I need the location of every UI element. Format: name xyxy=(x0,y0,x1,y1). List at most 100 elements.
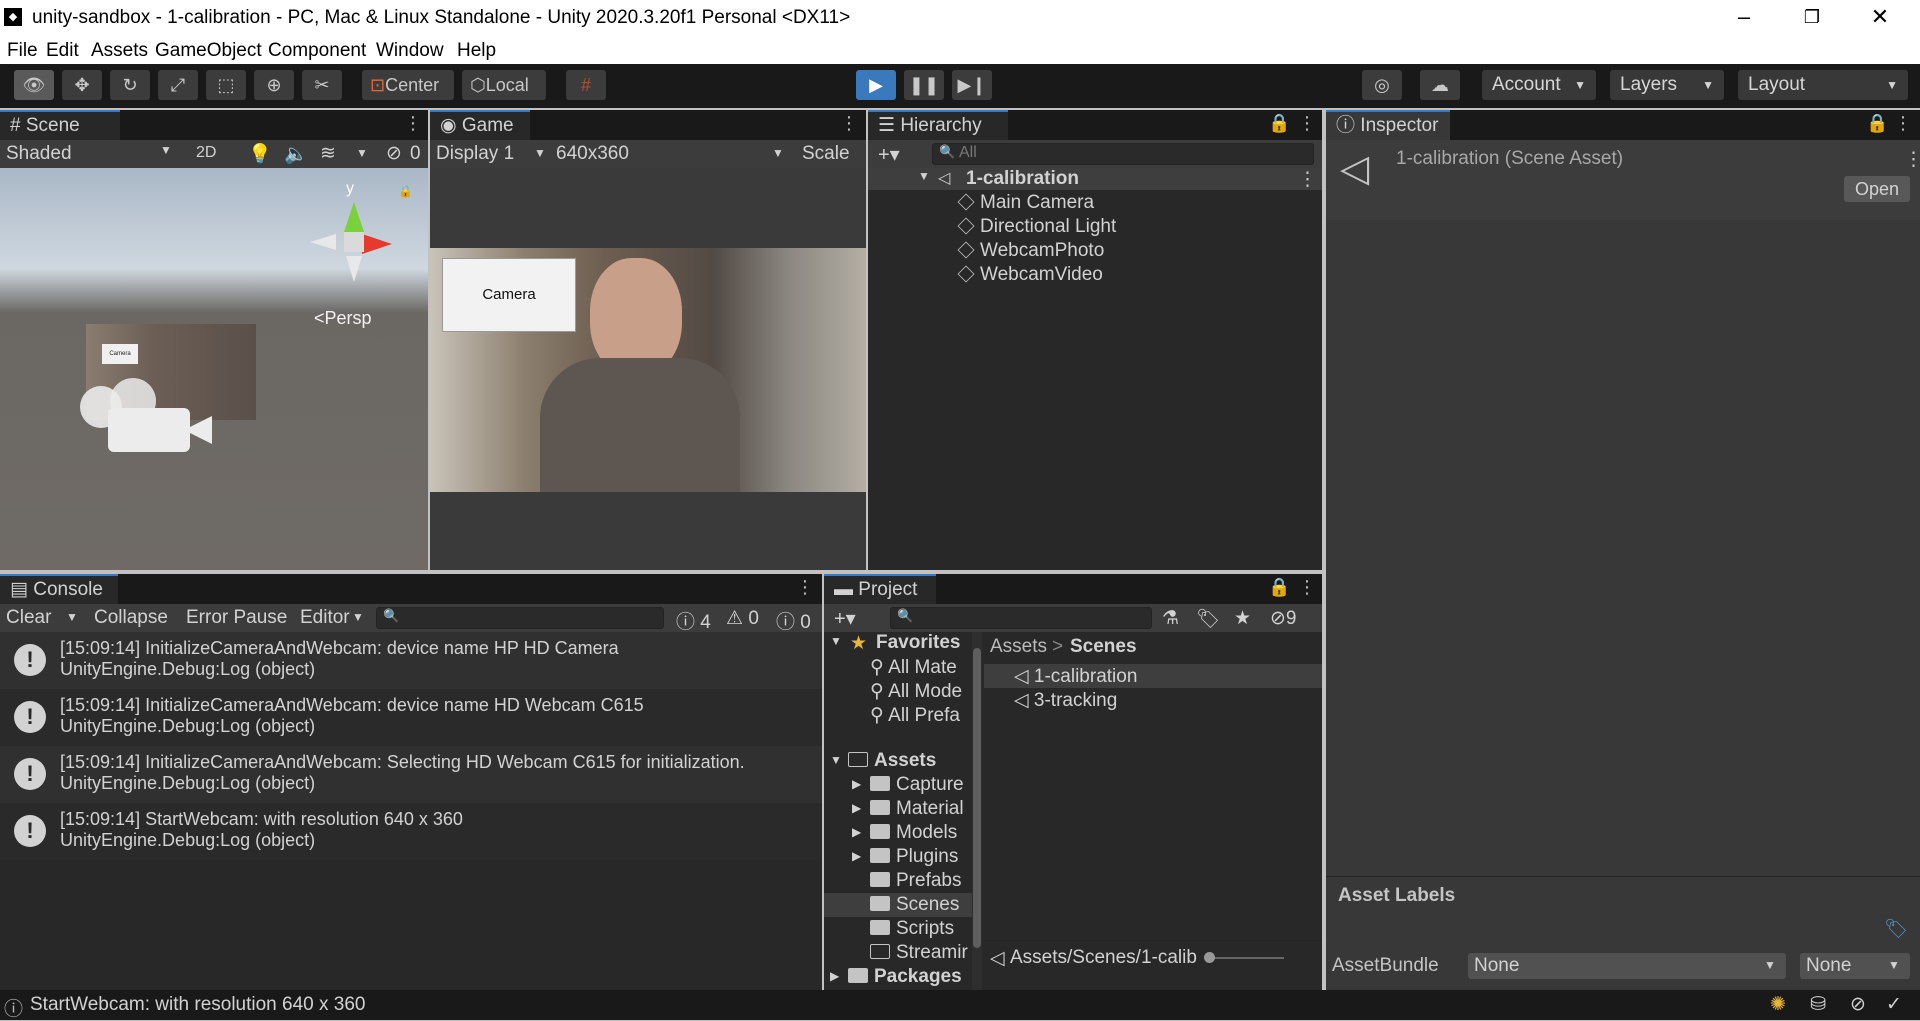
expand-arrow-icon[interactable]: ▶ xyxy=(852,849,861,863)
hidden-objects-icon[interactable]: ⊘ xyxy=(386,142,402,165)
create-asset-button[interactable]: +▾ xyxy=(834,606,856,631)
icon-size-slider-handle[interactable] xyxy=(1204,952,1215,963)
error-pause-toggle[interactable]: Error Pause xyxy=(186,607,287,629)
pivot-local-toggle[interactable]: ⬡Local xyxy=(462,70,546,100)
console-search-input[interactable]: 🔍 xyxy=(376,607,664,629)
scale-tool-icon[interactable]: ⤢ xyxy=(158,70,198,100)
chevron-down-icon[interactable]: ▼ xyxy=(66,610,78,624)
list-item[interactable]: ⚲ All Prefa xyxy=(870,704,960,727)
error-count-toggle[interactable]: ⓘ 0 xyxy=(776,607,811,634)
list-item[interactable]: Capture xyxy=(870,774,964,796)
check-icon[interactable]: ✓ xyxy=(1886,993,1902,1016)
tab-console[interactable]: ▤ Console xyxy=(0,574,118,604)
project-search-input[interactable]: 🔍 xyxy=(890,607,1152,629)
grid-snap-icon[interactable]: # xyxy=(566,70,606,100)
list-item[interactable]: ◁ 1-calibration xyxy=(1014,665,1137,688)
search-by-type-icon[interactable]: ⚗ xyxy=(1162,607,1179,630)
folder-tree-scrollbar[interactable] xyxy=(972,632,982,990)
menu-assets[interactable]: Assets xyxy=(91,40,148,62)
packages-root[interactable]: Packages xyxy=(848,966,962,988)
asset-bundle-dropdown[interactable]: None ▼ xyxy=(1468,953,1786,979)
pivot-center-toggle[interactable]: ⊡Center xyxy=(362,70,454,100)
scale-slider-label[interactable]: Scale xyxy=(802,143,850,165)
list-item[interactable]: Scenes xyxy=(870,894,959,916)
progress-sun-icon[interactable]: ✺ xyxy=(1770,993,1786,1016)
expand-arrow-icon[interactable]: ▶ xyxy=(830,969,839,983)
tab-hierarchy[interactable]: ☰ Hierarchy xyxy=(868,110,1008,140)
menu-help[interactable]: Help xyxy=(457,40,496,62)
clear-button[interactable]: Clear xyxy=(6,607,51,629)
list-item[interactable]: ⚲ All Mate xyxy=(870,656,957,679)
game-viewport[interactable]: Camera xyxy=(430,168,866,570)
tab-scene[interactable]: # Scene xyxy=(0,110,120,140)
persp-label[interactable]: <Persp xyxy=(314,308,372,329)
lock-icon[interactable]: 🔒 xyxy=(1866,113,1888,134)
menu-component[interactable]: Component xyxy=(268,40,366,62)
assets-root[interactable]: Assets xyxy=(848,750,936,772)
warning-count-toggle[interactable]: ⚠ 0 xyxy=(726,607,759,630)
display-dropdown[interactable]: Display 1 xyxy=(436,143,514,165)
collab-icon[interactable]: ◎ xyxy=(1362,70,1402,100)
lock-icon[interactable]: 🔒 xyxy=(1268,113,1290,134)
minimize-button[interactable]: – xyxy=(1710,0,1778,36)
rotate-tool-icon[interactable]: ↻ xyxy=(110,70,150,100)
audio-icon[interactable]: 🔈 xyxy=(284,142,308,166)
resolution-dropdown[interactable]: 640x360 xyxy=(556,143,629,165)
menu-edit[interactable]: Edit xyxy=(46,40,79,62)
list-item[interactable]: Models xyxy=(870,822,957,844)
list-item[interactable]: Plugins xyxy=(870,846,958,868)
chevron-down-icon[interactable]: ▼ xyxy=(356,146,368,160)
lock-icon[interactable]: 🔒 xyxy=(398,184,413,198)
layers-dropdown[interactable]: Layers ▼ xyxy=(1610,70,1724,100)
expand-arrow-icon[interactable]: ▼ xyxy=(830,634,842,648)
cloud-icon[interactable]: ☁ xyxy=(1420,70,1460,100)
list-item[interactable]: WebcamVideo xyxy=(957,264,1103,286)
list-item[interactable]: ! [15:09:14] InitializeCameraAndWebcam: d… xyxy=(0,689,822,746)
list-item[interactable]: Main Camera xyxy=(957,192,1094,214)
cache-server-icon[interactable]: ⛁ xyxy=(1810,993,1826,1016)
scene-row[interactable]: ▼ ◁ 1-calibration ⋮ xyxy=(868,168,1322,190)
more-options-icon[interactable]: ⋮ xyxy=(796,577,814,598)
list-item[interactable]: ◁ 3-tracking xyxy=(1014,689,1117,712)
layout-dropdown[interactable]: Layout ▼ xyxy=(1738,70,1908,100)
debug-mode-icon[interactable]: ⊘ xyxy=(1850,993,1866,1016)
step-button[interactable]: ▶❙ xyxy=(952,70,992,100)
breadcrumb-assets[interactable]: Assets xyxy=(990,636,1047,658)
expand-arrow-icon[interactable]: ▶ xyxy=(852,801,861,815)
list-item[interactable]: Directional Light xyxy=(957,216,1116,238)
icon-size-slider[interactable] xyxy=(1208,957,1284,959)
pause-button[interactable]: ❚❚ xyxy=(904,70,944,100)
open-button[interactable]: Open xyxy=(1844,176,1910,202)
scene-viewport[interactable]: Camera y <Persp 🔒 xyxy=(0,168,428,570)
scene-options-icon[interactable]: ⋮ xyxy=(1298,168,1317,191)
breadcrumb-scenes[interactable]: Scenes xyxy=(1070,636,1137,658)
more-options-icon[interactable]: ⋮ xyxy=(840,113,858,134)
hierarchy-search-input[interactable]: 🔍 All xyxy=(932,143,1314,165)
more-options-icon[interactable]: ⋮ xyxy=(1298,577,1316,598)
rect-tool-icon[interactable]: ⬚ xyxy=(206,70,246,100)
expand-arrow-icon[interactable]: ▼ xyxy=(830,753,842,767)
list-item[interactable]: Material xyxy=(870,798,964,820)
transform-tool-icon[interactable]: ⊕ xyxy=(254,70,294,100)
more-options-icon[interactable]: ⋮ xyxy=(404,113,422,134)
more-options-icon[interactable]: ⋮ xyxy=(1894,113,1912,134)
expand-arrow-icon[interactable]: ▶ xyxy=(852,777,861,791)
favorites-star-icon[interactable]: ★ xyxy=(1234,607,1251,630)
more-options-icon[interactable]: ⋮ xyxy=(1298,113,1316,134)
asset-bundle-variant-dropdown[interactable]: None ▼ xyxy=(1800,953,1910,979)
tab-game[interactable]: ◉ Game xyxy=(430,110,530,140)
label-tag-icon[interactable]: 🏷 xyxy=(1884,917,1908,941)
list-item[interactable]: WebcamPhoto xyxy=(957,240,1104,262)
add-object-button[interactable]: +▾ xyxy=(878,142,900,167)
expand-arrow-icon[interactable]: ▼ xyxy=(918,169,930,183)
search-by-label-icon[interactable]: 🏷 xyxy=(1196,607,1220,631)
collapse-toggle[interactable]: Collapse xyxy=(94,607,168,629)
favorites-heading[interactable]: Favorites xyxy=(876,632,960,654)
hidden-packages-toggle[interactable]: ⊘9 xyxy=(1270,607,1297,630)
list-item[interactable]: Streamir xyxy=(870,942,968,964)
expand-arrow-icon[interactable]: ▶ xyxy=(852,825,861,839)
game-camera-button[interactable]: Camera xyxy=(442,258,576,332)
list-item[interactable]: ⚲ All Mode xyxy=(870,680,962,703)
list-item[interactable]: ! [15:09:14] InitializeCameraAndWebcam: d… xyxy=(0,632,822,689)
more-options-icon[interactable]: ⋮ xyxy=(1904,148,1920,171)
